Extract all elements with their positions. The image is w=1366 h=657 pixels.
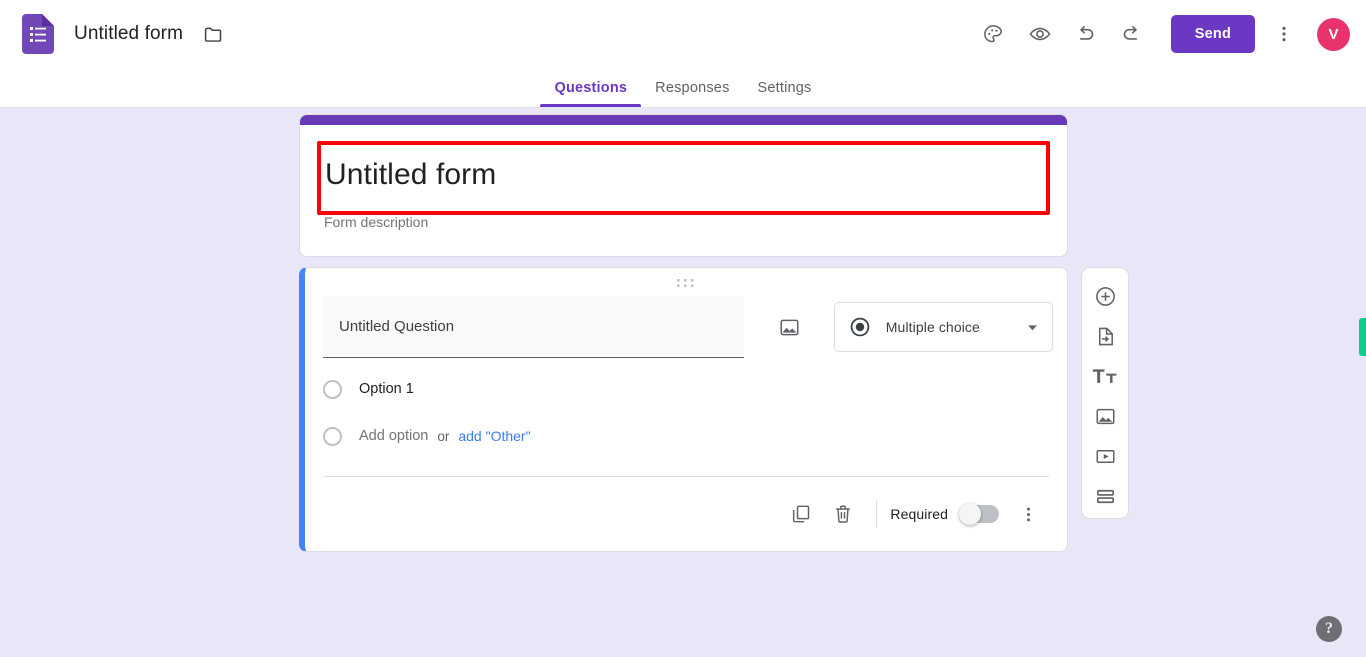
question-type-select[interactable]: Multiple choice (833, 302, 1053, 352)
app-bar-actions: Send V (971, 11, 1366, 57)
form-title-input[interactable]: Untitled form (325, 145, 1041, 205)
required-toggle[interactable] (959, 503, 999, 525)
form-description-input[interactable]: Form description (324, 209, 1042, 235)
more-vert-icon (1026, 507, 1030, 521)
import-questions-button[interactable] (1086, 318, 1124, 354)
add-title-description-button[interactable] (1086, 358, 1124, 394)
add-image-button[interactable] (1086, 398, 1124, 434)
form-canvas: Untitled form Form description Untitled … (0, 109, 1366, 657)
question-footer: Required (780, 490, 1049, 538)
footer-divider (876, 500, 878, 528)
plus-circle-icon (1095, 286, 1115, 306)
question-add-image-button[interactable] (770, 307, 809, 347)
undo-button[interactable] (1063, 11, 1109, 57)
document-title[interactable]: Untitled form (74, 23, 183, 45)
tab-settings[interactable]: Settings (744, 80, 826, 107)
undo-icon (1080, 25, 1094, 40)
move-to-folder-button[interactable] (200, 21, 226, 47)
text-tt-icon (1092, 369, 1117, 383)
image-icon (1095, 408, 1115, 424)
duplicate-icon (793, 505, 810, 523)
question-card: Untitled Question Multiple choice Option… (299, 267, 1068, 552)
preview-button[interactable] (1017, 11, 1063, 57)
add-other-button[interactable]: add "Other" (458, 428, 530, 444)
google-forms-logo[interactable] (20, 14, 56, 54)
add-option-button[interactable]: Add option (359, 428, 428, 444)
question-header-row: Untitled Question Multiple choice (323, 295, 1053, 359)
section-icon (1096, 489, 1114, 503)
tab-bar: Questions Responses Settings (0, 68, 1366, 108)
add-question-button[interactable] (1086, 278, 1124, 314)
radio-selected-icon (850, 317, 870, 337)
option-row-1: Option 1 (323, 374, 414, 404)
side-toolbar (1081, 267, 1129, 519)
edge-marker (1359, 318, 1366, 356)
question-title-input[interactable]: Untitled Question (323, 296, 744, 358)
import-file-icon (1098, 327, 1113, 345)
add-image-icon (780, 319, 799, 335)
palette-icon (984, 24, 1003, 42)
redo-button[interactable] (1109, 11, 1155, 57)
video-icon (1095, 449, 1115, 463)
eye-icon (1029, 27, 1051, 41)
more-vert-icon (1282, 26, 1286, 42)
required-label: Required (890, 506, 948, 522)
theme-button[interactable] (971, 11, 1017, 57)
card-divider (323, 476, 1049, 477)
send-button[interactable]: Send (1170, 15, 1255, 53)
option-label-1[interactable]: Option 1 (359, 381, 414, 397)
question-more-options-button[interactable] (1007, 493, 1049, 535)
add-option-row: Add option or add "Other" (323, 421, 531, 451)
folder-icon (204, 27, 221, 42)
tab-responses[interactable]: Responses (641, 80, 743, 107)
avatar[interactable]: V (1317, 17, 1350, 51)
form-theme-strip (300, 115, 1067, 125)
or-label: or (437, 428, 450, 444)
add-video-button[interactable] (1086, 438, 1124, 474)
trash-icon (836, 505, 851, 523)
add-section-button[interactable] (1086, 478, 1124, 514)
question-type-label: Multiple choice (885, 319, 980, 335)
help-button[interactable]: ? (1316, 616, 1342, 642)
add-option-radio-icon (323, 426, 342, 446)
tab-questions[interactable]: Questions (540, 80, 641, 107)
option-radio-icon[interactable] (323, 379, 342, 399)
duplicate-question-button[interactable] (780, 493, 822, 535)
chevron-down-icon (1028, 324, 1037, 330)
redo-icon (1124, 25, 1138, 40)
app-bar: Untitled form Send V (0, 0, 1366, 68)
drag-handle[interactable] (674, 278, 698, 288)
drag-handle-icon (677, 278, 694, 287)
more-options-button[interactable] (1261, 11, 1307, 57)
google-forms-logo-icon (22, 14, 54, 54)
required-toggle-knob (959, 503, 981, 525)
delete-question-button[interactable] (822, 493, 864, 535)
